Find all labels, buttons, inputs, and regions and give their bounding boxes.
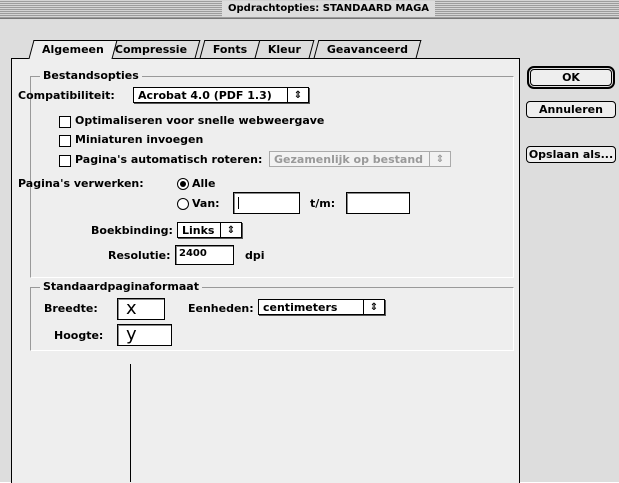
page-size-label: Standaardpaginaformaat [40,280,202,293]
cancel-button[interactable]: Annuleren [526,101,616,118]
tab-label: Fonts [212,43,248,56]
tab-label: Algemeen [42,43,104,56]
rotate-value: Gezamenlijk op bestand [274,153,424,166]
pages-to-input[interactable] [346,192,410,214]
ok-button[interactable]: OK [527,66,615,89]
tab-label: Kleur [267,43,301,56]
title-bar[interactable]: Opdrachtopties: STANDAARD MAGA [0,0,619,19]
rotate-label: Pagina's automatisch roteren: [75,153,263,166]
window-title: Opdrachtopties: STANDAARD MAGA [222,1,436,17]
resolution-label: Resolutie: [108,249,171,262]
optimize-label: Optimaliseren voor snelle webweergave [75,114,325,127]
pages-label: Pagina's verwerken: [18,177,144,190]
tab-algemeen[interactable]: Algemeen [28,40,118,59]
save-as-button[interactable]: Opslaan als... [526,146,616,163]
tab-kleur[interactable]: Kleur [254,40,315,58]
tab-fonts[interactable]: Fonts [199,40,261,58]
thumbnails-checkbox[interactable] [59,135,71,147]
resolution-input[interactable]: 2400 [175,245,234,265]
binding-value: Links [182,224,215,237]
width-input[interactable]: x [117,298,165,320]
resolution-unit: dpi [245,249,265,262]
popup-arrows-icon: ⇕ [429,152,450,166]
popup-arrows-icon: ⇕ [220,223,241,237]
compat-select[interactable]: Acrobat 4.0 (PDF 1.3) ⇕ [133,87,309,103]
width-label: Breedte: [44,302,98,315]
text-caret [238,197,239,209]
popup-arrows-icon: ⇕ [363,300,384,314]
tab-label: Compressie [114,43,188,56]
binding-select[interactable]: Links ⇕ [177,222,242,238]
thumbnails-label: Miniaturen invoegen [75,133,204,146]
units-value: centimeters [263,301,338,314]
binding-label: Boekbinding: [91,224,173,237]
units-label: Eenheden: [188,302,254,315]
height-input[interactable]: y [117,324,172,346]
dialog-window: Opdrachtopties: STANDAARD MAGA Algemeen … [0,0,619,483]
pages-from-input[interactable] [233,192,300,214]
pages-to-label: t/m: [310,197,336,210]
compat-value: Acrobat 4.0 (PDF 1.3) [138,89,272,102]
popup-arrows-icon: ⇕ [287,88,308,102]
file-options-label: Bestandsopties [40,69,142,82]
rotate-checkbox[interactable] [59,155,71,167]
tab-geavanceerd[interactable]: Geavanceerd [313,40,422,58]
compat-label: Compatibiliteit: [18,89,115,102]
pages-from-label: Van: [192,197,220,210]
tab-label: Geavanceerd [326,43,408,56]
pages-all-label: Alle [192,177,216,190]
tab-panel: Bestandsopties Compatibiliteit: Acrobat … [11,58,520,483]
height-label: Hoogte: [54,329,104,342]
optimize-checkbox[interactable] [59,116,71,128]
units-select[interactable]: centimeters ⇕ [258,299,385,315]
pages-range-radio[interactable] [177,198,189,210]
pages-all-radio[interactable] [177,178,189,190]
callout-line [130,364,131,482]
rotate-select[interactable]: Gezamenlijk op bestand ⇕ [269,151,451,167]
